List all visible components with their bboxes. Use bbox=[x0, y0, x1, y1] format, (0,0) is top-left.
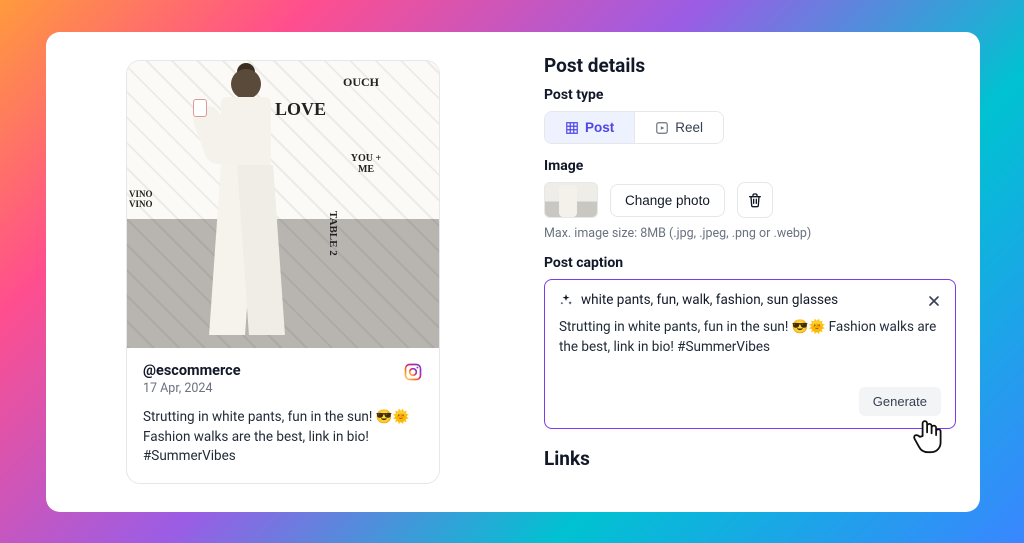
post-type-reel[interactable]: Reel bbox=[634, 112, 723, 143]
delete-photo-button[interactable] bbox=[737, 182, 773, 218]
reel-icon bbox=[655, 121, 669, 135]
account-handle: @escommerce bbox=[143, 362, 241, 379]
change-photo-button[interactable]: Change photo bbox=[610, 184, 725, 217]
instagram-icon bbox=[403, 362, 423, 382]
editor-panel: LOVE OUCH YOU + ME TABLE 2 VINO VINO @es… bbox=[46, 32, 980, 512]
caption-preview: Strutting in white pants, fun in the sun… bbox=[143, 408, 423, 467]
mural-text: OUCH bbox=[343, 75, 379, 90]
post-date: 17 Apr, 2024 bbox=[143, 381, 241, 396]
subject-illustration bbox=[185, 69, 305, 348]
details-column: Post details Post type Post Reel Image C… bbox=[520, 32, 980, 512]
post-type-label: Post type bbox=[544, 87, 956, 103]
sparkle-icon bbox=[559, 293, 573, 307]
close-icon[interactable] bbox=[923, 290, 945, 312]
caption-editor[interactable]: white pants, fun, walk, fashion, sun gla… bbox=[544, 279, 956, 429]
mural-text: YOU + ME bbox=[349, 153, 383, 175]
links-title: Links bbox=[544, 447, 956, 470]
image-thumbnail[interactable] bbox=[544, 182, 598, 218]
section-title: Post details bbox=[544, 54, 956, 77]
ai-keywords: white pants, fun, walk, fashion, sun gla… bbox=[581, 292, 838, 308]
generate-button[interactable]: Generate bbox=[859, 387, 941, 416]
mural-text: TABLE 2 bbox=[327, 211, 339, 256]
post-meta: @escommerce 17 Apr, 2024 Strutting in wh… bbox=[127, 348, 439, 483]
trash-icon bbox=[747, 192, 763, 208]
grid-icon bbox=[565, 121, 579, 135]
post-preview-image: LOVE OUCH YOU + ME TABLE 2 VINO VINO bbox=[127, 61, 439, 348]
mural-text: VINO VINO bbox=[129, 189, 173, 209]
image-label: Image bbox=[544, 158, 956, 174]
post-type-segmented: Post Reel bbox=[544, 111, 724, 144]
image-hint: Max. image size: 8MB (.jpg, .jpeg, .png … bbox=[544, 226, 956, 241]
preview-column: LOVE OUCH YOU + ME TABLE 2 VINO VINO @es… bbox=[46, 32, 520, 512]
post-type-post[interactable]: Post bbox=[545, 112, 634, 143]
caption-text[interactable]: Strutting in white pants, fun in the sun… bbox=[559, 318, 941, 357]
ai-keywords-row: white pants, fun, walk, fashion, sun gla… bbox=[559, 292, 941, 308]
post-preview-card: LOVE OUCH YOU + ME TABLE 2 VINO VINO @es… bbox=[126, 60, 440, 484]
caption-label: Post caption bbox=[544, 255, 956, 271]
